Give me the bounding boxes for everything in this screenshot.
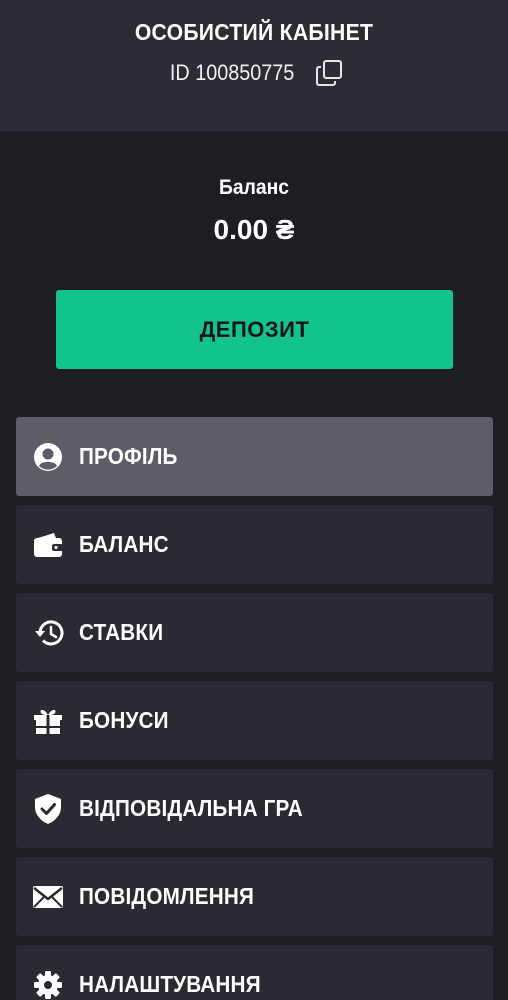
user-id: ID 100850775 [169, 60, 295, 85]
menu-item-settings[interactable]: НАЛАШТУВАННЯ [16, 945, 493, 1000]
menu-item-label: ПОВІДОМЛЕННЯ [79, 883, 255, 909]
menu-item-label: ПРОФІЛЬ [79, 443, 178, 469]
user-icon [31, 440, 65, 474]
menu-item-balance[interactable]: БАЛАНС [16, 505, 493, 584]
account-menu: ПРОФІЛЬ БАЛАНС СТАВКИ БОНУСИ ВІДПОВІДАЛЬ… [16, 417, 493, 1000]
menu-item-bets[interactable]: СТАВКИ [16, 593, 493, 672]
gift-icon [31, 704, 65, 738]
copy-icon[interactable] [315, 59, 345, 87]
account-panel: ОСОБИСТИЙ КАБІНЕТ ID 100850775 Баланс 0.… [0, 0, 508, 1000]
menu-item-responsible-gaming[interactable]: ВІДПОВІДАЛЬНА ГРА [16, 769, 493, 848]
menu-item-bonuses[interactable]: БОНУСИ [16, 681, 493, 760]
menu-item-label: ВІДПОВІДАЛЬНА ГРА [79, 795, 303, 821]
menu-item-label: НАЛАШТУВАННЯ [79, 971, 261, 997]
page-title: ОСОБИСТИЙ КАБІНЕТ [134, 19, 374, 45]
gear-icon [31, 968, 65, 1000]
balance-value: 0.00 ₴ [213, 214, 295, 245]
menu-item-label: СТАВКИ [79, 619, 164, 645]
balance-label: Баланс [218, 176, 290, 199]
wallet-icon [31, 528, 65, 562]
menu-item-profile[interactable]: ПРОФІЛЬ [16, 417, 493, 496]
menu-item-label: БАЛАНС [79, 531, 169, 557]
menu-item-label: БОНУСИ [79, 707, 169, 733]
shield-check-icon [31, 792, 65, 826]
deposit-button[interactable]: ДЕПОЗИТ [56, 290, 453, 369]
menu-item-messages[interactable]: ПОВІДОМЛЕННЯ [16, 857, 493, 936]
user-id-row: ID 100850775 [0, 59, 508, 87]
envelope-icon [31, 880, 65, 914]
account-header: ОСОБИСТИЙ КАБІНЕТ ID 100850775 [0, 0, 508, 131]
history-icon [31, 616, 65, 650]
